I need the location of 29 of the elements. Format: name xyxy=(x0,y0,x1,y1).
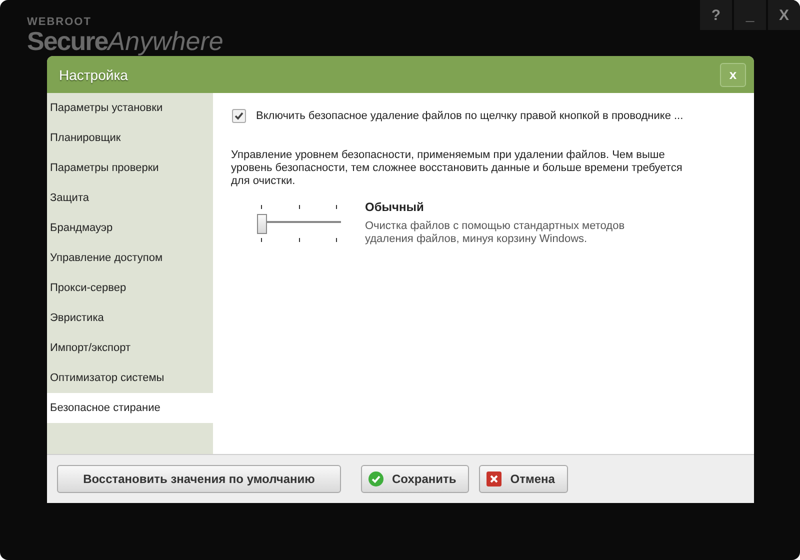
sidebar-item[interactable]: Параметры установки xyxy=(47,93,213,123)
checkbox-label: Включить безопасное удаление файлов по щелчку правой кнопкой в проводнике ... xyxy=(256,110,684,122)
cancel-button[interactable]: Отмена xyxy=(479,465,568,493)
window-button[interactable]: _ xyxy=(734,0,766,30)
close-icon xyxy=(486,471,502,487)
sidebar-item[interactable]: Брандмауэр xyxy=(47,213,213,243)
logo-wordmark: Anywhere xyxy=(108,26,224,56)
logo-wordmark: WEBROOT xyxy=(27,16,92,28)
sidebar-item[interactable]: Импорт/экспорт xyxy=(47,333,213,363)
sidebar-item[interactable]: Оптимизатор системы xyxy=(47,363,213,393)
logo-wordmark: Secure xyxy=(27,26,108,56)
sidebar-item[interactable]: Безопасное стирание xyxy=(47,393,213,423)
dialog-title: Настройка xyxy=(59,66,128,82)
save-button[interactable]: Сохранить xyxy=(361,465,470,493)
restore-defaults-button[interactable]: Восстановить значения по умолчанию xyxy=(57,465,341,493)
window-button[interactable]: ? xyxy=(700,0,732,30)
level-description: Очистка файлов с помощью стандартных методов удаления файлов, минуя корзину Windows. xyxy=(365,220,626,246)
slider-thumb[interactable] xyxy=(257,214,267,234)
window-button[interactable]: X xyxy=(768,0,800,30)
sidebar-item[interactable]: Параметры проверки xyxy=(47,153,213,183)
sidebar-item[interactable]: Защита xyxy=(47,183,213,213)
sidebar-item[interactable]: Планировщик xyxy=(47,123,213,153)
sidebar-item[interactable]: Эвристика xyxy=(47,303,213,333)
sidebar-item[interactable]: Управление доступом xyxy=(47,243,213,273)
description-text: Управление уровнем безопасности, применяемым при удалении файлов. Чем выше уровень безопасности, тем сложнее восстановить данные и больше времени требуется для очистки. xyxy=(231,149,684,188)
sidebar-item[interactable]: Прокси-сервер xyxy=(47,273,213,303)
checkbox[interactable] xyxy=(232,109,246,123)
level-title: Обычный xyxy=(365,200,425,214)
check-icon xyxy=(368,471,384,487)
